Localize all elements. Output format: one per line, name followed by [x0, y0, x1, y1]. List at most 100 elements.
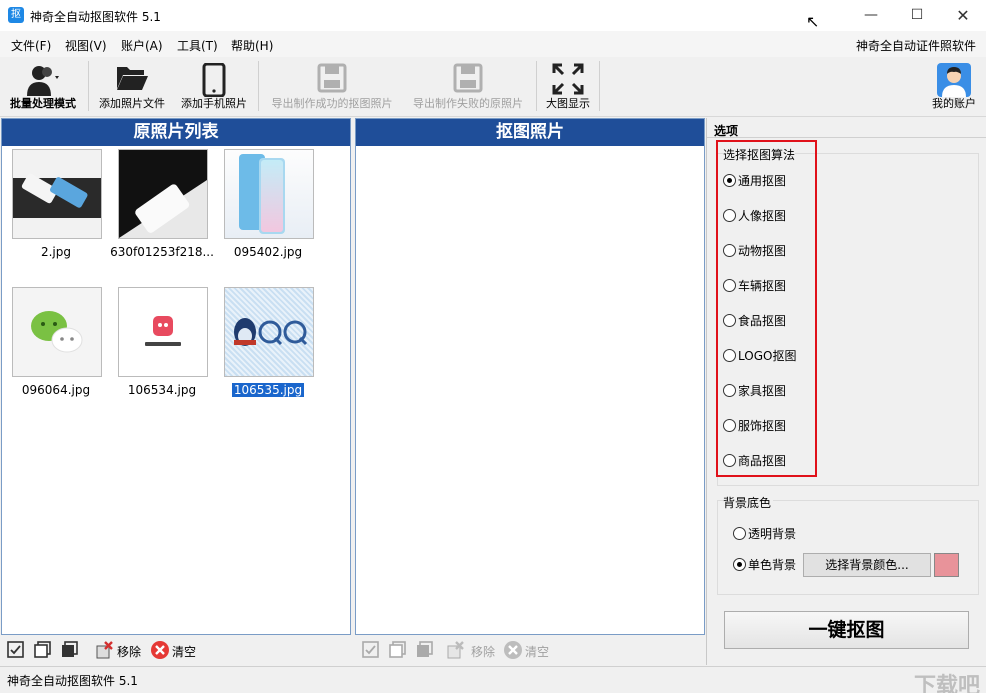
clear-button[interactable]: 清空	[172, 643, 196, 660]
status-bar: 神奇全自动抠图软件 5.1 下载吧	[0, 666, 986, 693]
save-disabled-icon	[317, 63, 347, 93]
menu-file[interactable]: 文件(F)	[11, 37, 51, 54]
export-failed-label: 导出制作失败的原照片	[413, 97, 523, 110]
check-all-icon[interactable]	[6, 640, 26, 660]
radio-icon	[723, 419, 736, 432]
thumbnail-item[interactable]: 106534.jpg	[110, 287, 214, 405]
thumbnail-label: 106535.jpg	[231, 383, 305, 397]
phone-icon	[202, 63, 226, 97]
add-phone-photo-label: 添加手机照片	[181, 97, 247, 110]
menu-help[interactable]: 帮助(H)	[231, 37, 273, 54]
uncheck-all-icon[interactable]	[388, 640, 408, 660]
export-success-label: 导出制作成功的抠图照片	[271, 97, 393, 110]
remove-button[interactable]: 移除	[117, 643, 141, 660]
thumbnail-label: 630f01253f218...	[110, 245, 214, 259]
wechat-logo-image	[12, 287, 102, 377]
toolbar-divider	[88, 61, 89, 111]
toolbar-divider	[536, 61, 537, 111]
my-account-label: 我的账户	[932, 97, 976, 110]
one-click-cutout-button[interactable]: 一键抠图	[724, 611, 969, 649]
expand-icon	[552, 63, 584, 95]
options-panel: 选项 选择抠图算法 通用抠图 人像抠图 动物抠图 车辆抠图 食品抠图 LOGO抠…	[706, 118, 986, 665]
clear-icon	[151, 641, 169, 659]
algo-animal-radio[interactable]: 动物抠图	[723, 243, 786, 261]
bg-solid-radio[interactable]: 单色背景	[733, 557, 796, 575]
algo-food-radio[interactable]: 食品抠图	[723, 313, 786, 331]
thumbnail-label: 2.jpg	[40, 245, 72, 259]
idphoto-software-link[interactable]: 神奇全自动证件照软件	[856, 37, 976, 54]
original-photo-list-title: 原照片列表	[2, 119, 350, 146]
large-view-button[interactable]: 大图显示	[540, 57, 596, 115]
algo-portrait-radio[interactable]: 人像抠图	[723, 208, 786, 226]
thumbnail-item[interactable]: 2.jpg	[4, 149, 108, 267]
clear-button[interactable]: 清空	[525, 643, 549, 660]
thumbnail-item[interactable]: 095402.jpg	[216, 149, 320, 267]
radio-icon	[723, 314, 736, 327]
menu-view[interactable]: 视图(V)	[65, 37, 107, 54]
bg-color-swatch[interactable]	[934, 553, 959, 577]
algo-logo-radio[interactable]: LOGO抠图	[723, 348, 796, 366]
cutout-photo-list: 抠图照片	[355, 118, 705, 635]
users-icon	[27, 66, 59, 96]
remove-button[interactable]: 移除	[471, 643, 495, 660]
menu-tools[interactable]: 工具(T)	[177, 37, 218, 54]
thumbnail-label: 106534.jpg	[127, 383, 197, 397]
radio-icon	[723, 349, 736, 362]
thumbnail-item-selected[interactable]: 106535.jpg	[216, 287, 320, 405]
thumbnail-item[interactable]: 096064.jpg	[4, 287, 108, 405]
folder-open-icon	[117, 67, 148, 90]
close-button[interactable]: ✕	[940, 0, 986, 31]
remove-icon	[96, 641, 113, 659]
white-phone-image	[118, 149, 208, 239]
toolbar: 批量处理模式 添加照片文件 添加手机照片 导出制作成功的抠图照片 导出制作失败的…	[0, 57, 986, 117]
thumbnail-label: 095402.jpg	[233, 245, 303, 259]
algo-clothing-radio[interactable]: 服饰抠图	[723, 418, 786, 436]
invert-select-icon[interactable]	[415, 640, 435, 660]
thumbnail-label: 096064.jpg	[21, 383, 91, 397]
algo-general-radio[interactable]: 通用抠图	[723, 173, 786, 191]
radio-icon	[723, 244, 736, 257]
clear-icon	[504, 641, 522, 659]
radio-icon	[723, 384, 736, 397]
menu-account[interactable]: 账户(A)	[121, 37, 163, 54]
algo-product-radio[interactable]: 商品抠图	[723, 453, 786, 471]
radio-checked-icon	[723, 174, 736, 187]
algo-furniture-radio[interactable]: 家具抠图	[723, 383, 786, 401]
choose-bg-color-button[interactable]: 选择背景颜色...	[803, 553, 931, 577]
maximize-button[interactable]: ☐	[894, 0, 940, 31]
phone-pair-image	[12, 149, 102, 239]
algo-vehicle-radio[interactable]: 车辆抠图	[723, 278, 786, 296]
add-photo-label: 添加照片文件	[99, 97, 165, 110]
app-icon: 抠	[8, 7, 24, 23]
add-phone-photo-button[interactable]: 添加手机照片	[174, 57, 254, 115]
add-photo-button[interactable]: 添加照片文件	[92, 57, 172, 115]
export-success-button[interactable]: 导出制作成功的抠图照片	[262, 57, 402, 115]
title-bar: 抠 神奇全自动抠图软件 5.1 ↖ — ☐ ✕	[0, 0, 986, 31]
menu-bar: 文件(F) 视图(V) 账户(A) 工具(T) 帮助(H) 神奇全自动证件照软件	[0, 31, 986, 57]
radio-icon	[723, 454, 736, 467]
thumbnail-item[interactable]: 630f01253f218...	[110, 149, 214, 267]
remove-icon	[447, 641, 464, 659]
minimize-button[interactable]: —	[848, 0, 894, 31]
status-text: 神奇全自动抠图软件 5.1	[7, 674, 138, 688]
qq-logo-image	[224, 287, 314, 377]
radio-icon	[723, 279, 736, 292]
background-group-title: 背景底色	[723, 494, 774, 511]
radio-icon	[723, 209, 736, 222]
pipixia-logo-image	[118, 287, 208, 377]
huawei-phone-image	[224, 149, 314, 239]
export-failed-button[interactable]: 导出制作失败的原照片	[404, 57, 532, 115]
check-all-icon[interactable]	[361, 640, 381, 660]
bg-transparent-radio[interactable]: 透明背景	[733, 526, 796, 544]
uncheck-all-icon[interactable]	[33, 640, 53, 660]
invert-select-icon[interactable]	[60, 640, 80, 660]
background-group	[717, 500, 979, 595]
original-photo-list: 原照片列表 2.jpg 630f01253f218... 095402.jpg …	[1, 118, 351, 635]
watermark-logo: 下载吧	[913, 674, 980, 693]
batch-mode-button[interactable]: 批量处理模式	[4, 57, 82, 115]
save-disabled-icon	[453, 63, 483, 93]
my-account-button[interactable]: 我的账户	[926, 57, 982, 115]
mouse-cursor-icon: ↖	[806, 12, 820, 31]
batch-mode-label: 批量处理模式	[10, 97, 76, 110]
window-title: 神奇全自动抠图软件 5.1	[30, 10, 161, 24]
